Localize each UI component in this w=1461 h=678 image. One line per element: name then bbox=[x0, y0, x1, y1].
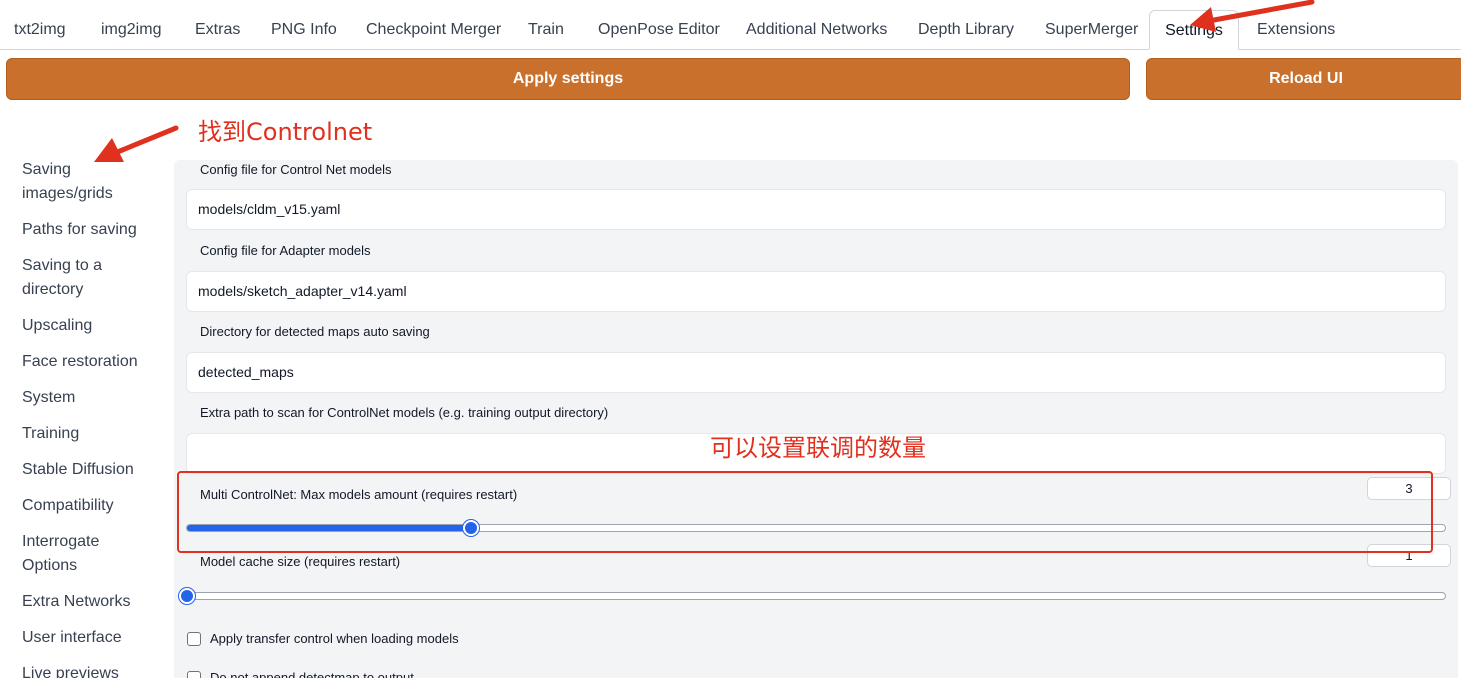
annotation-arrows bbox=[94, 0, 1315, 162]
settings-page: txt2img img2img Extras PNG Info Checkpoi… bbox=[0, 0, 1461, 678]
arrow-icon bbox=[1190, 0, 1315, 32]
arrow-icon bbox=[94, 125, 179, 162]
